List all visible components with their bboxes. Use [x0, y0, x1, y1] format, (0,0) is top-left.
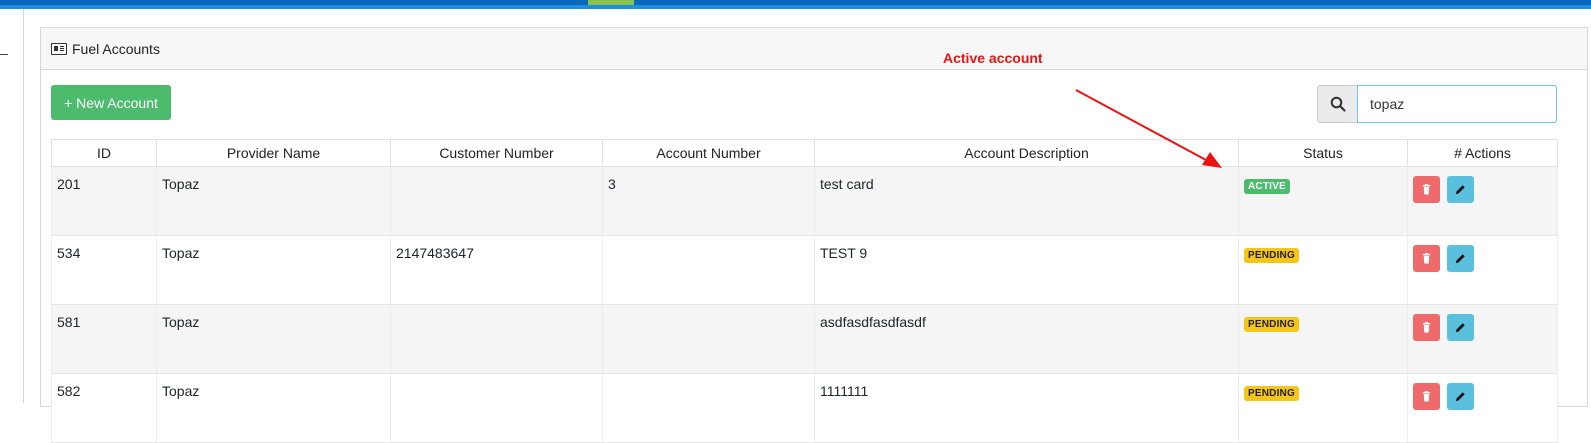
cell-description: test card — [814, 166, 1239, 236]
delete-button[interactable] — [1413, 176, 1440, 203]
cell-provider: Topaz — [156, 373, 391, 443]
cell-provider: Topaz — [156, 304, 391, 374]
accounts-table: ID Provider Name Customer Number Account… — [51, 139, 1558, 443]
annotation-label: Active account — [943, 50, 1043, 66]
cell-customer-number — [390, 304, 603, 374]
edit-button[interactable] — [1446, 383, 1474, 410]
search-icon[interactable] — [1317, 85, 1357, 123]
search-input[interactable] — [1357, 85, 1557, 123]
cell-id: 534 — [51, 235, 157, 305]
status-badge: PENDING — [1244, 248, 1299, 263]
pencil-icon — [1455, 323, 1465, 333]
cell-id: 201 — [51, 166, 157, 236]
cell-customer-number: 2147483647 — [390, 235, 603, 305]
cell-provider: Topaz — [156, 166, 391, 236]
cell-customer-number — [390, 166, 603, 236]
navbar-underline — [0, 5, 1591, 9]
cell-account-number: 3 — [602, 166, 815, 236]
fuel-accounts-card: Fuel Accounts + New Account ID Provider … — [40, 27, 1588, 443]
column-header-provider-name[interactable]: Provider Name — [156, 139, 391, 167]
column-header-id[interactable]: ID — [51, 139, 157, 167]
cell-id: 581 — [51, 304, 157, 374]
cell-status: PENDING — [1238, 304, 1408, 374]
cell-actions — [1407, 235, 1558, 305]
pencil-icon — [1455, 392, 1465, 402]
table-header-row: ID Provider Name Customer Number Account… — [51, 139, 1558, 167]
search-box — [1317, 85, 1557, 123]
trash-icon — [1422, 391, 1431, 402]
column-header-customer-number[interactable]: Customer Number — [390, 139, 603, 167]
cell-description: asdfasdfasdfasdf — [814, 304, 1239, 374]
cell-account-number — [602, 373, 815, 443]
cell-actions — [1407, 304, 1558, 374]
cell-account-number — [602, 235, 815, 305]
card-title: Fuel Accounts — [72, 40, 160, 57]
pencil-icon — [1455, 185, 1465, 195]
delete-button[interactable] — [1413, 245, 1440, 272]
id-card-icon — [51, 42, 67, 55]
column-header-account-description[interactable]: Account Description — [814, 139, 1239, 167]
sidebar — [0, 9, 24, 403]
edit-button[interactable] — [1446, 314, 1474, 341]
cell-id: 582 — [51, 373, 157, 443]
edit-button[interactable] — [1446, 176, 1474, 203]
trash-icon — [1422, 322, 1431, 333]
cell-description: TEST 9 — [814, 235, 1239, 305]
table-row[interactable]: 582 Topaz 1111111 PENDING — [51, 373, 1558, 443]
delete-button[interactable] — [1413, 314, 1440, 341]
cell-status: PENDING — [1238, 235, 1408, 305]
cell-description: 1111111 — [814, 373, 1239, 443]
status-badge: PENDING — [1244, 386, 1299, 401]
pencil-icon — [1455, 254, 1465, 264]
edit-button[interactable] — [1446, 245, 1474, 272]
cell-status: PENDING — [1238, 373, 1408, 443]
column-header-actions: # Actions — [1407, 139, 1558, 167]
status-badge: ACTIVE — [1244, 179, 1290, 194]
trash-icon — [1422, 253, 1431, 264]
delete-button[interactable] — [1413, 383, 1440, 410]
column-header-account-number[interactable]: Account Number — [602, 139, 815, 167]
cell-provider: Topaz — [156, 235, 391, 305]
card-header: Fuel Accounts — [41, 28, 1587, 70]
cell-actions — [1407, 373, 1558, 443]
table-row[interactable]: 534 Topaz 2147483647 TEST 9 PENDING — [51, 235, 1558, 305]
table-row[interactable]: 581 Topaz asdfasdfasdfasdf PENDING — [51, 304, 1558, 374]
cell-status: ACTIVE — [1238, 166, 1408, 236]
new-account-button[interactable]: + New Account — [51, 85, 171, 120]
column-header-status[interactable]: Status — [1238, 139, 1408, 167]
table-row[interactable]: 201 Topaz 3 test card ACTIVE — [51, 166, 1558, 236]
cell-actions — [1407, 166, 1558, 236]
cell-customer-number — [390, 373, 603, 443]
trash-icon — [1422, 184, 1431, 195]
status-badge: PENDING — [1244, 317, 1299, 332]
cell-account-number — [602, 304, 815, 374]
sidebar-collapse-handle[interactable] — [0, 54, 8, 55]
